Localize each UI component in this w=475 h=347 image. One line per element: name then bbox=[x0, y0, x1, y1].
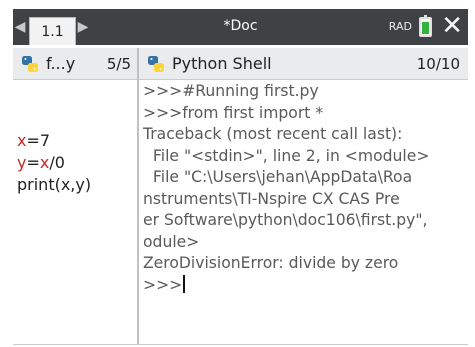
code-line: x=7 bbox=[17, 130, 135, 152]
shell-pane-header[interactable]: Python Shell 10/10 bbox=[139, 48, 468, 80]
battery-icon bbox=[419, 15, 432, 37]
shell-line: File "<stdin>", line 2, in <module> bbox=[143, 146, 430, 165]
battery-cap bbox=[424, 15, 427, 17]
code-variable: x bbox=[39, 153, 50, 172]
shell-line: >>>from first import * bbox=[143, 103, 324, 122]
python-shell-output[interactable]: >>>#Running first.py >>>from first import… bbox=[143, 81, 466, 343]
angle-mode-indicator: RAD bbox=[388, 20, 412, 33]
battery-level bbox=[422, 22, 429, 34]
code-line: print(x,y) bbox=[17, 174, 135, 196]
close-icon[interactable]: ✕ bbox=[441, 11, 463, 41]
shell-line: ZeroDivisionError: divide by zero bbox=[143, 254, 399, 272]
editor-pane-header[interactable]: f...y 5/5 bbox=[13, 48, 137, 80]
python-editor[interactable]: x=7 y=x/0 print(x,y) bbox=[17, 130, 135, 196]
editor-page-counter: 5/5 bbox=[106, 54, 131, 73]
calculator-screen: ◀ 1.1 ▶ *Doc RAD ✕ f...y 5/5 Python Shel… bbox=[0, 0, 475, 347]
code-text: /0 bbox=[49, 153, 65, 172]
text-cursor bbox=[183, 274, 186, 293]
shell-line: odule> bbox=[143, 232, 200, 251]
pane-divider[interactable] bbox=[137, 48, 139, 344]
code-line: y=x/0 bbox=[17, 152, 135, 174]
python-icon bbox=[22, 55, 38, 72]
python-icon bbox=[148, 55, 164, 72]
editor-pane-title: f...y bbox=[46, 54, 76, 73]
shell-line: nstruments\TI-Nspire CX CAS Pre bbox=[143, 189, 400, 208]
shell-line: er Software\python\doc106\first.py", bbox=[143, 211, 428, 229]
shell-line: >>>#Running first.py bbox=[143, 82, 319, 100]
shell-line: Traceback (most recent call last): bbox=[143, 125, 403, 143]
shell-page-counter: 10/10 bbox=[416, 54, 460, 73]
frame-bottom-border bbox=[13, 344, 468, 345]
shell-line: File "C:\Users\jehan\AppData\Roa bbox=[143, 168, 413, 186]
code-text: print(x,y) bbox=[17, 175, 92, 194]
code-text: =7 bbox=[26, 131, 51, 150]
shell-pane-title: Python Shell bbox=[172, 54, 272, 73]
code-text: = bbox=[26, 153, 40, 172]
top-toolbar: ◀ 1.1 ▶ *Doc RAD ✕ bbox=[13, 9, 468, 45]
shell-line: >>> bbox=[143, 274, 466, 297]
